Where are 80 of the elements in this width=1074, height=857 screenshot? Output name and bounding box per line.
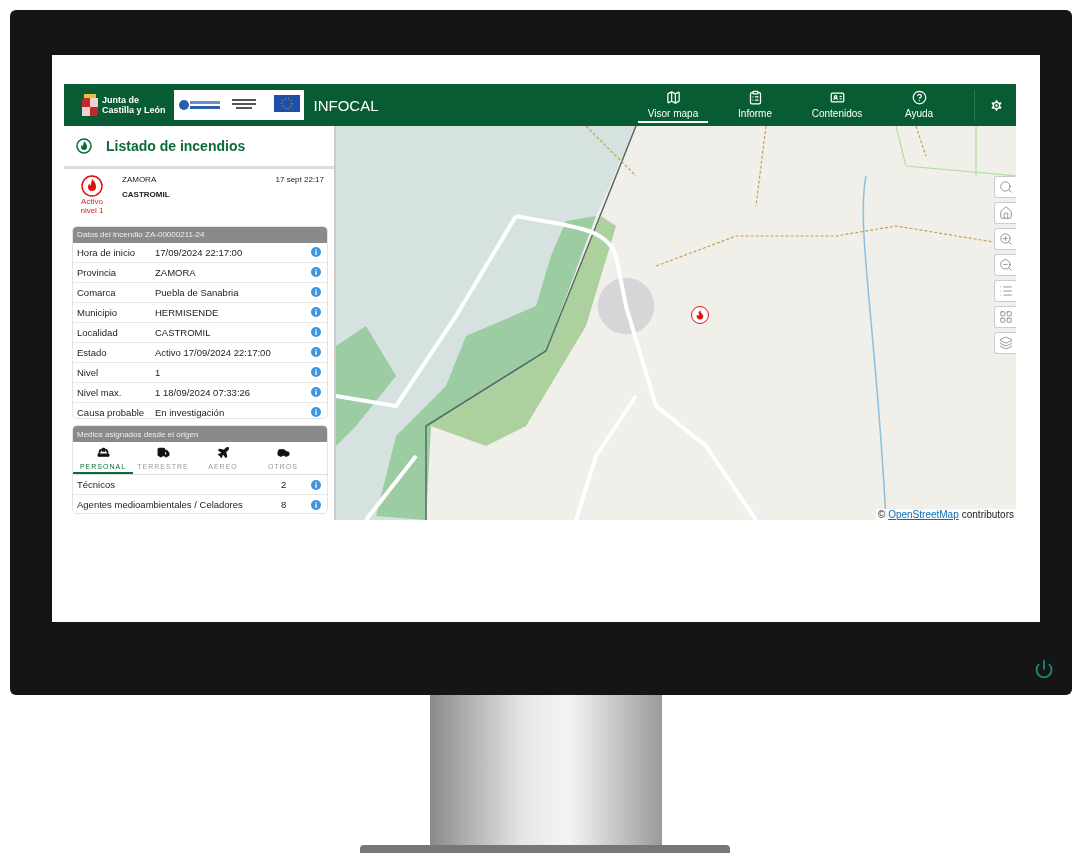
field-value: Puebla de Sanabria: [155, 286, 240, 298]
clipboard-icon: [747, 89, 763, 105]
info-icon[interactable]: [311, 387, 321, 398]
nav-tab[interactable]: Informe: [720, 87, 790, 123]
fire-time: 17 sept 22:17: [275, 175, 324, 186]
fire-province: ZAMORA: [122, 175, 158, 184]
grid-button[interactable]: [994, 306, 1016, 328]
coat-of-arms-icon: [82, 94, 98, 116]
brand-name: Junta de Castilla y León: [102, 95, 166, 115]
power-icon[interactable]: [1034, 659, 1054, 679]
fire-list-item[interactable]: Activo nivel 1 ZAMORA CASTROMIL 17 sept 22:17: [64, 169, 334, 226]
settings-icon: [989, 97, 1004, 113]
field-label: Comarca: [77, 286, 117, 298]
info-icon[interactable]: [311, 407, 321, 418]
field-label: Provincia: [77, 266, 118, 278]
fire-icon: [81, 175, 103, 197]
zoom-in-icon: [998, 232, 1013, 246]
field-label: Causa probable: [77, 406, 146, 418]
info-icon[interactable]: [311, 479, 321, 490]
info-icon[interactable]: [311, 287, 321, 298]
settings-button[interactable]: [974, 89, 1004, 121]
info-icon[interactable]: [311, 347, 321, 358]
info-icon[interactable]: [311, 307, 321, 318]
list-icon: [998, 284, 1013, 298]
field-label: Nivel: [77, 366, 100, 378]
field-label: Hora de inicio: [77, 246, 137, 258]
resource-count: 8: [281, 499, 288, 511]
search-button[interactable]: [994, 176, 1016, 198]
nav-tab[interactable]: Visor mapa: [638, 87, 708, 123]
field-label: Nivel max.: [77, 386, 123, 398]
layers-icon: [998, 336, 1013, 350]
plane-icon: [216, 446, 230, 460]
helmet-icon: [96, 446, 110, 460]
fire-marker-icon[interactable]: [691, 306, 709, 324]
info-icon[interactable]: [311, 499, 321, 510]
fire-status: Activo nivel 1: [80, 197, 104, 215]
info-icon[interactable]: [311, 327, 321, 338]
field-label: Localidad: [77, 326, 119, 338]
field-value: En investigación: [155, 406, 226, 418]
flame-icon: [695, 310, 705, 320]
zoom-out-button[interactable]: [994, 254, 1016, 276]
map-icon: [665, 89, 681, 105]
help-icon: [911, 89, 927, 105]
info-icon[interactable]: [311, 367, 321, 378]
field-value: 1: [155, 366, 162, 378]
attribution-link[interactable]: OpenStreetMap: [888, 509, 959, 520]
info-icon[interactable]: [311, 247, 321, 258]
nav-tab[interactable]: Contenidos: [802, 87, 872, 123]
field-label: Estado: [77, 346, 108, 358]
field-value: HERMISENDE: [155, 306, 220, 318]
field-value: ZAMORA: [155, 266, 197, 278]
home-icon: [998, 206, 1013, 220]
field-label: Municipio: [77, 306, 119, 318]
resource-label: Técnicos: [77, 479, 116, 491]
zoom-out-icon: [998, 258, 1013, 272]
list-button[interactable]: [994, 280, 1016, 302]
flame-icon: [76, 138, 92, 154]
details-title: Datos del incendio ZA-00000211-24: [73, 226, 327, 243]
panel-title: Listado de incendios: [106, 138, 246, 154]
card-icon: [829, 89, 845, 105]
field-value: 1 18/09/2024 07:33:26: [155, 386, 252, 398]
attribution-text: contributors: [961, 509, 1014, 520]
field-value: CASTROMIL: [155, 326, 212, 338]
copyright-symbol: ©: [877, 509, 886, 520]
info-icon[interactable]: [311, 267, 321, 278]
app-title: INFOCAL: [313, 96, 379, 114]
zoom-in-button[interactable]: [994, 228, 1016, 250]
grid-icon: [998, 310, 1013, 324]
layers-button[interactable]: [994, 332, 1016, 354]
resources-title: Medios asignados desde el origen: [73, 426, 327, 443]
truck-icon: [156, 446, 170, 460]
nav-tab[interactable]: Ayuda: [884, 87, 954, 123]
resource-label: Agentes medioambientales / Celadores: [77, 499, 244, 511]
car-icon: [276, 446, 290, 460]
field-value: 17/09/2024 22:17:00: [155, 246, 244, 258]
home-button[interactable]: [994, 202, 1016, 224]
fire-place: CASTROMIL: [122, 190, 171, 199]
search-icon: [998, 180, 1013, 194]
field-value: Activo 17/09/2024 22:17:00: [155, 346, 272, 358]
resource-count: 2: [281, 479, 288, 491]
